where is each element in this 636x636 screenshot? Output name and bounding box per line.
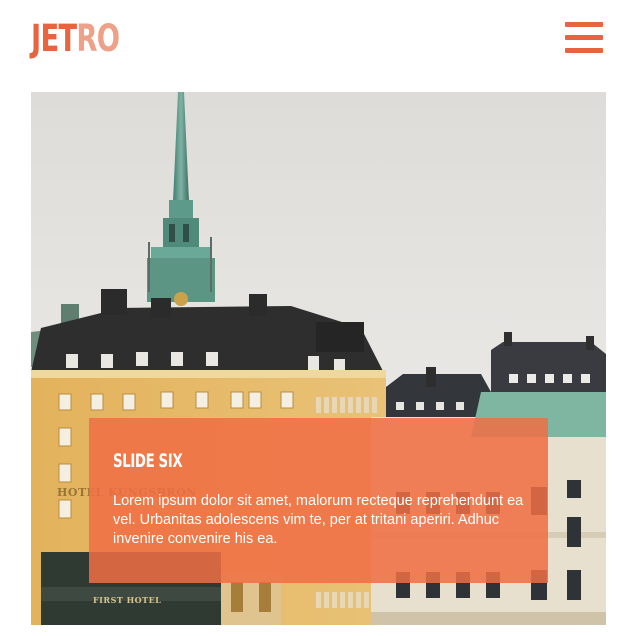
hamburger-menu-icon[interactable] [563,20,605,56]
menu-bar-top [565,22,603,27]
slide-caption: SLIDE SIX Lorem ipsum dolor sit amet, ma… [89,418,548,583]
hero-slider[interactable]: HOTEL KUNGSBRON FIRST HOTEL SLIDE SIX Lo… [31,92,606,625]
menu-bar-middle [565,35,603,40]
logo-text-primary: JET [31,17,77,60]
menu-bar-bottom [565,48,603,53]
slide-description: Lorem ipsum dolor sit amet, malorum rect… [113,493,524,547]
logo-text-secondary: RO [76,17,120,60]
slide-title: SLIDE SIX [113,450,183,472]
first-hotel-sign-text: FIRST HOTEL [93,595,162,605]
page: JETRO HOTEL FIRST HOTEL SLIDE SIX Lorem … [0,0,636,636]
site-logo[interactable]: JETRO [31,17,120,60]
